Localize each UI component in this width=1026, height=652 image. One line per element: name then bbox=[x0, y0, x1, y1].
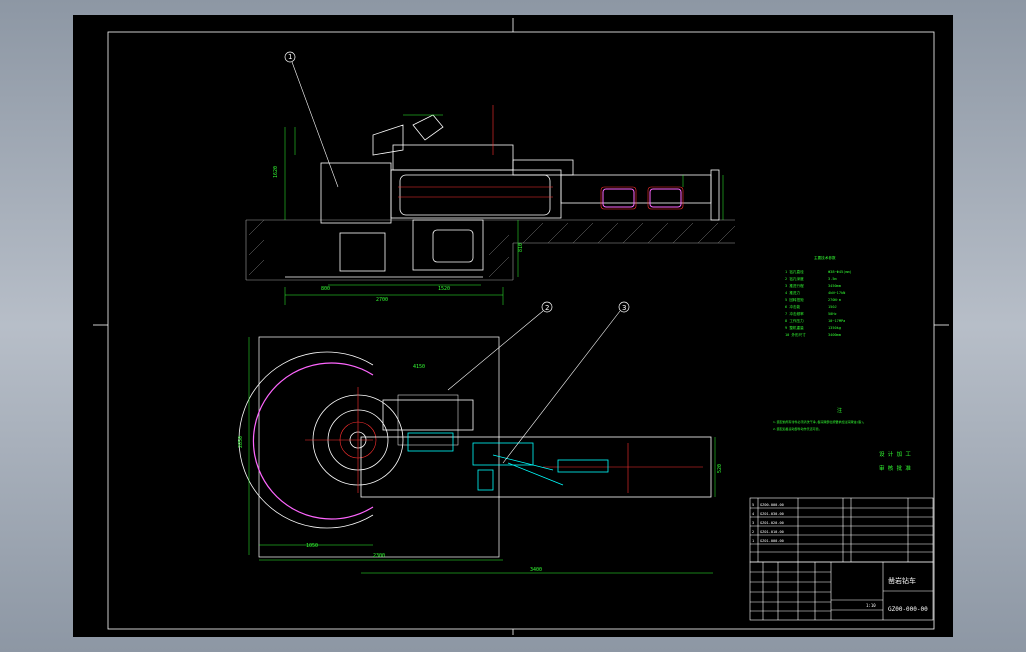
title-block-name: 凿岩钻车 bbox=[888, 576, 916, 585]
spec-row-6-key: 6 冲击能 bbox=[785, 304, 801, 309]
spec-row-2-key: 2 钻孔深度 bbox=[785, 276, 804, 281]
plan-dimension-labels: 2850 1050 2300 3400 520 4150 bbox=[238, 364, 723, 573]
spec-row-10-key: 10 外形尺寸 bbox=[785, 332, 806, 337]
parts-list: 5 GZ00-000-00 4 GZ01-030-00 3 GZ01-020-0… bbox=[749, 497, 934, 563]
spec-row-1-key: 1 钻孔直径 bbox=[785, 269, 804, 274]
drawing-frame bbox=[93, 18, 949, 635]
title-block-scale: 1:10 bbox=[866, 603, 876, 608]
spec-row-2-value: 3.5m bbox=[828, 277, 837, 281]
dim-plan-width-1: 1050 bbox=[306, 543, 318, 549]
parts-row-3-code: GZ01-020-00 bbox=[760, 521, 784, 525]
balloon-3-leader bbox=[502, 310, 621, 464]
parts-row-5-code: GZ01-000-00 bbox=[760, 539, 784, 543]
spec-row-3-value: 3450mm bbox=[828, 284, 841, 288]
spec-row-10-value: 3400mm bbox=[828, 333, 841, 337]
dim-plan-height: 2850 bbox=[238, 436, 244, 448]
balloon-1-label: 1 bbox=[288, 53, 292, 61]
parts-row-4-code: GZ01-010-00 bbox=[760, 530, 784, 534]
plan-view: 2850 1050 2300 3400 520 4150 bbox=[238, 336, 723, 574]
dim-elev-overall: 2700 bbox=[376, 297, 388, 303]
dim-elev-height: 1620 bbox=[273, 166, 279, 178]
dim-elev-span-2: 800 bbox=[321, 286, 330, 292]
spec-row-5-key: 5 回转扭矩 bbox=[785, 297, 804, 302]
dim-plan-overall: 3400 bbox=[530, 567, 542, 573]
cad-viewport: 2700 1520 800 1620 810 1 2850 1050 2300 … bbox=[0, 0, 1026, 652]
dim-elev-span-1: 1520 bbox=[438, 286, 450, 292]
note-line-1: 1.装配前所有零件必须清洗干净,各润滑部位按要求加注润滑油(脂)。 bbox=[773, 419, 866, 424]
spec-row-8-key: 8 工作压力 bbox=[785, 318, 804, 323]
spec-row-9-value: 1350kg bbox=[828, 326, 841, 330]
dim-elev-lower: 810 bbox=[518, 243, 524, 252]
spec-row-5-value: 270N·m bbox=[828, 298, 841, 302]
balloon-3-label: 3 bbox=[622, 304, 626, 312]
spec-row-6-value: 150J bbox=[828, 305, 837, 309]
balloon-2-label: 2 bbox=[545, 304, 549, 312]
signoff-line-1: 设 计 加 工 bbox=[879, 450, 911, 458]
spec-row-4-value: 4kN~17kN bbox=[828, 291, 845, 295]
spec-row-1-value: Φ38~Φ45(mm) bbox=[828, 270, 852, 274]
parts-row-4-no: 2 bbox=[752, 530, 754, 534]
title-block-code: GZ00-000-00 bbox=[888, 606, 928, 613]
dim-plan-width-2: 2300 bbox=[373, 553, 385, 559]
spec-row-9-key: 9 整机重量 bbox=[785, 325, 804, 330]
elevation-view: 2700 1520 800 1620 810 1 bbox=[245, 53, 736, 305]
parts-row-3-no: 3 bbox=[752, 521, 754, 525]
balloon-2-leader bbox=[447, 310, 544, 391]
notes: 注 1.装配前所有零件必须清洗干净,各润滑部位按要求加注润滑油(脂)。 2.装配… bbox=[773, 407, 866, 431]
dim-plan-arc: 4150 bbox=[413, 364, 425, 370]
spec-row-7-value: 50Hz bbox=[828, 312, 837, 316]
tech-spec-table: 主要技术参数 1 钻孔直径 Φ38~Φ45(mm) 2 钻孔深度 3.5m 3 … bbox=[785, 255, 852, 337]
notes-heading: 注 bbox=[837, 407, 842, 414]
parts-row-2-no: 4 bbox=[752, 512, 754, 516]
balloon-1-leader bbox=[291, 61, 339, 188]
elevation-dimension-labels: 2700 1520 800 1620 810 bbox=[273, 166, 524, 303]
parts-row-1-code: GZ00-000-00 bbox=[760, 503, 784, 507]
spec-row-8-value: 10~17MPa bbox=[828, 319, 845, 323]
tech-spec-heading: 主要技术参数 bbox=[814, 255, 836, 260]
parts-row-5-no: 1 bbox=[752, 539, 754, 543]
spec-row-7-key: 7 冲击频率 bbox=[785, 311, 804, 316]
signoff-note: 设 计 加 工 审 核 批 准 bbox=[879, 450, 911, 472]
drawing-canvas: 2700 1520 800 1620 810 1 2850 1050 2300 … bbox=[93, 18, 949, 635]
parts-row-2-code: GZ01-030-00 bbox=[760, 512, 784, 516]
spec-row-4-key: 4 推进力 bbox=[785, 290, 801, 295]
title-block: 凿岩钻车 GZ00-000-00 1:10 bbox=[749, 561, 934, 621]
dim-plan-boom: 520 bbox=[717, 464, 723, 473]
drawing-sheet: 2700 1520 800 1620 810 1 2850 1050 2300 … bbox=[73, 15, 953, 637]
parts-row-1-no: 5 bbox=[752, 503, 754, 507]
signoff-line-2: 审 核 批 准 bbox=[879, 464, 911, 472]
spec-row-3-key: 3 推进行程 bbox=[785, 283, 804, 288]
note-line-2: 2.装配后各运动部件动作灵活可靠。 bbox=[773, 426, 822, 431]
